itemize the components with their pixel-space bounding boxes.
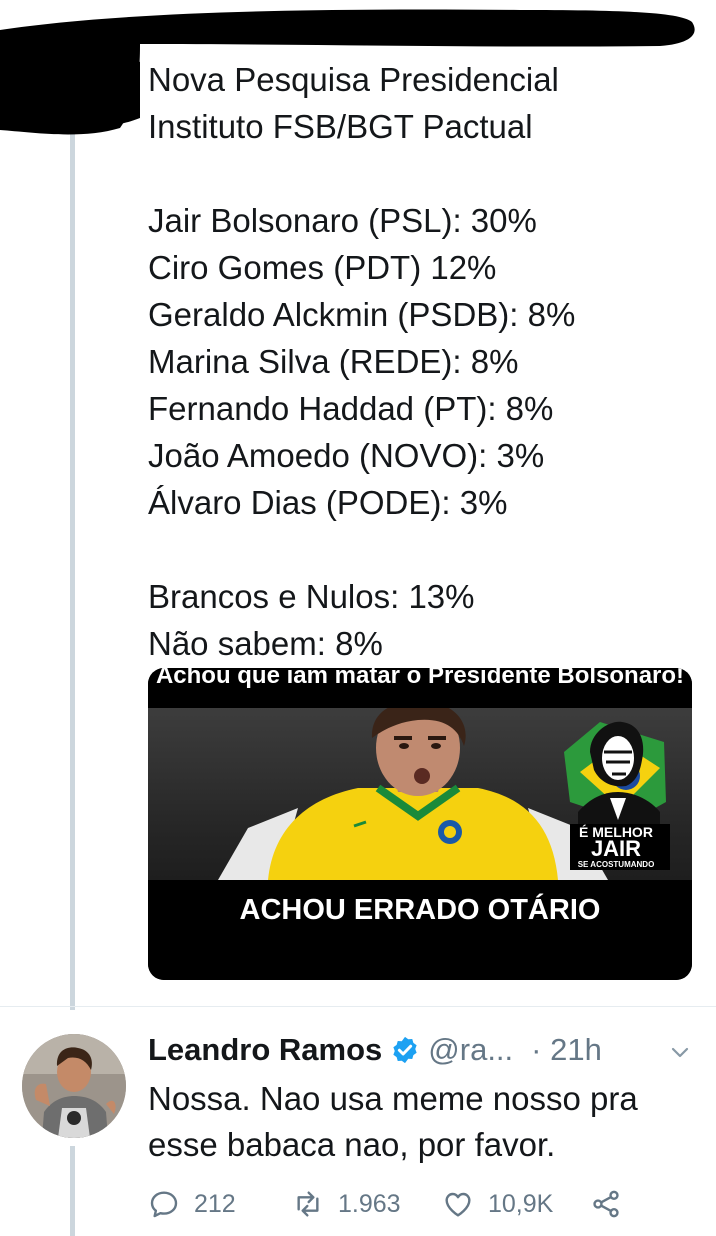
media-photo: É MELHOR JAIR SE ACOSTUMANDO: [148, 708, 692, 880]
tweet-divider: [0, 1006, 716, 1007]
like-button[interactable]: 10,9K: [442, 1182, 553, 1226]
like-count: 10,9K: [488, 1189, 554, 1218]
heart-icon: [445, 1192, 471, 1217]
reply-count: 212: [194, 1189, 236, 1218]
reply-header: Leandro Ramos @ra... · 21h: [148, 1028, 602, 1072]
thread-line-bottom: [70, 1146, 75, 1236]
media-bottom-caption: ACHOU ERRADO OTÁRIO: [239, 894, 601, 926]
avatar-photo: [22, 1034, 126, 1138]
retweet-count: 1.963: [338, 1189, 401, 1218]
reply-author-name[interactable]: Leandro Ramos: [148, 1032, 382, 1068]
thread-line-top: [70, 130, 75, 1010]
media-top-band: Achou que iam matar o Presidente Bolsona…: [148, 668, 692, 708]
tweet-media-image[interactable]: Achou que iam matar o Presidente Bolsona…: [148, 668, 692, 980]
share-button[interactable]: [590, 1182, 622, 1226]
reply-timestamp[interactable]: · 21h: [531, 1032, 602, 1068]
tweet-text: Nova Pesquisa Presidencial Instituto FSB…: [148, 61, 576, 662]
logo-line-2: JAIR: [590, 836, 642, 861]
reply-text: Nossa. Nao usa meme nosso pra esse babac…: [148, 1080, 638, 1163]
reply-author-handle[interactable]: @ra...: [428, 1032, 513, 1068]
reply-icon: [150, 1191, 178, 1218]
reply-avatar[interactable]: [22, 1034, 126, 1138]
media-top-caption: Achou que iam matar o Presidente Bolsona…: [155, 668, 685, 689]
verified-badge-icon: [393, 1036, 417, 1064]
reply-button[interactable]: 212: [148, 1182, 236, 1226]
share-icon: [593, 1190, 619, 1218]
retweet-icon: [297, 1191, 319, 1217]
retweet-button[interactable]: 1.963: [292, 1182, 401, 1226]
logo-line-3: SE ACOSTUMANDO: [577, 860, 655, 869]
chevron-down-icon[interactable]: [668, 1040, 692, 1064]
